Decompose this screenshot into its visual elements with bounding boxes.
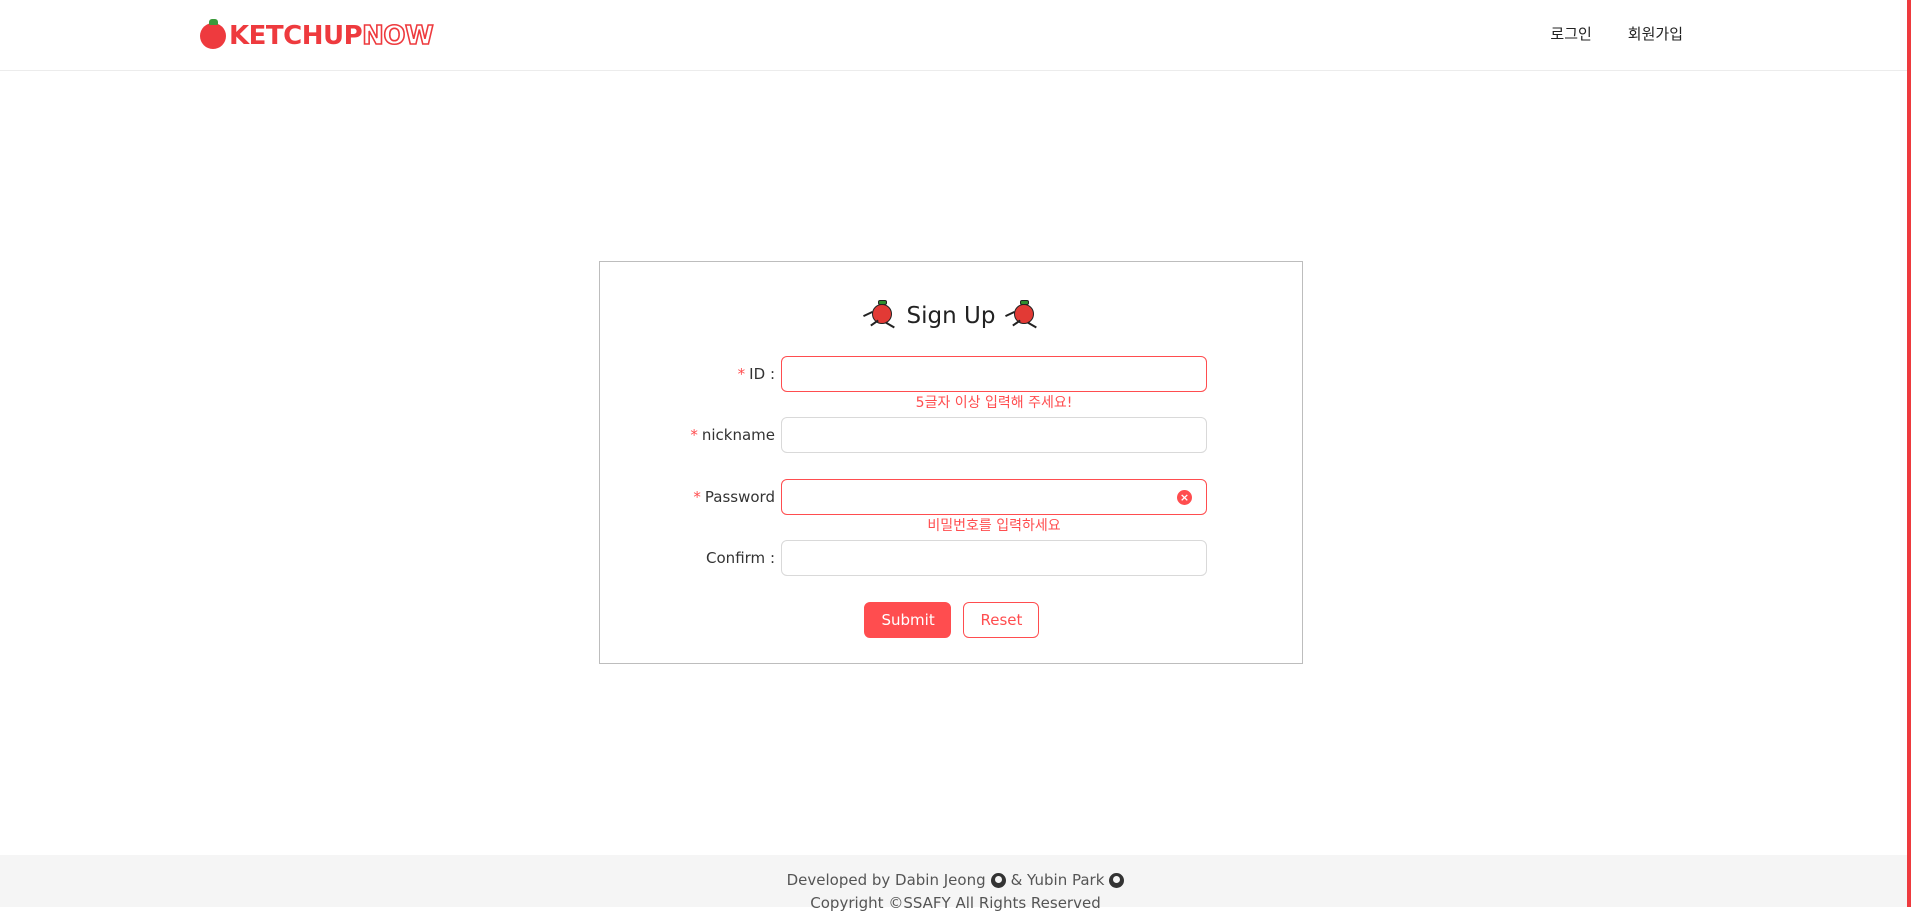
scrollbar[interactable] — [1907, 0, 1911, 907]
github-icon[interactable] — [1109, 872, 1125, 888]
id-label: * ID : — [737, 365, 775, 383]
top-nav: 로그인 회원가입 — [1550, 23, 1683, 44]
id-input[interactable] — [781, 356, 1207, 392]
password-row: * Password × — [600, 479, 1302, 515]
logo-text-now: NOW — [361, 20, 434, 52]
password-label: * Password — [693, 488, 775, 506]
nickname-row: * nickname — [600, 417, 1302, 453]
footer-developed-by: Developed by Dabin Jeong — [786, 871, 986, 889]
tomato-mascot-icon — [862, 300, 897, 332]
form-title-text: Sign Up — [906, 303, 996, 329]
required-mark: * — [690, 426, 698, 444]
confirm-row: Confirm : — [600, 540, 1302, 576]
logo[interactable]: KETCHUP NOW — [200, 19, 435, 52]
form-buttons: Submit Reset — [600, 602, 1302, 638]
footer-credits: Developed by Dabin Jeong & Yubin Park — [0, 871, 1911, 889]
nav-signup-link[interactable]: 회원가입 — [1628, 23, 1683, 44]
footer: Developed by Dabin Jeong & Yubin Park Co… — [0, 855, 1911, 912]
nickname-input[interactable] — [781, 417, 1207, 453]
header: KETCHUP NOW 로그인 회원가입 — [0, 0, 1911, 71]
nickname-label: * nickname — [690, 426, 775, 444]
id-row: * ID : — [600, 356, 1302, 392]
submit-button[interactable]: Submit — [863, 602, 951, 638]
password-error-message: 비밀번호를 입력하세요 — [927, 518, 1061, 534]
tomato-mascot-icon — [1005, 300, 1039, 332]
confirm-input[interactable] — [781, 540, 1207, 576]
nav-login-link[interactable]: 로그인 — [1550, 23, 1591, 44]
reset-button[interactable]: Reset — [962, 602, 1039, 638]
confirm-label: Confirm : — [706, 549, 775, 567]
footer-copyright: Copyright ©SSAFY All Rights Reserved — [810, 894, 1101, 912]
clear-icon[interactable]: × — [1177, 490, 1192, 505]
password-input[interactable] — [781, 479, 1207, 515]
form-title: Sign Up — [600, 300, 1302, 332]
required-mark: * — [693, 488, 701, 506]
logo-text-ketchup: KETCHUP — [229, 21, 363, 51]
required-mark: * — [737, 365, 746, 383]
signup-form-card: Sign Up * ID : 5글자 이상 입력해 주세요! * nickname … — [599, 261, 1303, 664]
footer-second-developer: & Yubin Park — [1010, 871, 1105, 889]
tomato-logo-icon — [200, 19, 226, 49]
github-icon[interactable] — [990, 872, 1006, 888]
id-error-message: 5글자 이상 입력해 주세요! — [915, 395, 1073, 411]
